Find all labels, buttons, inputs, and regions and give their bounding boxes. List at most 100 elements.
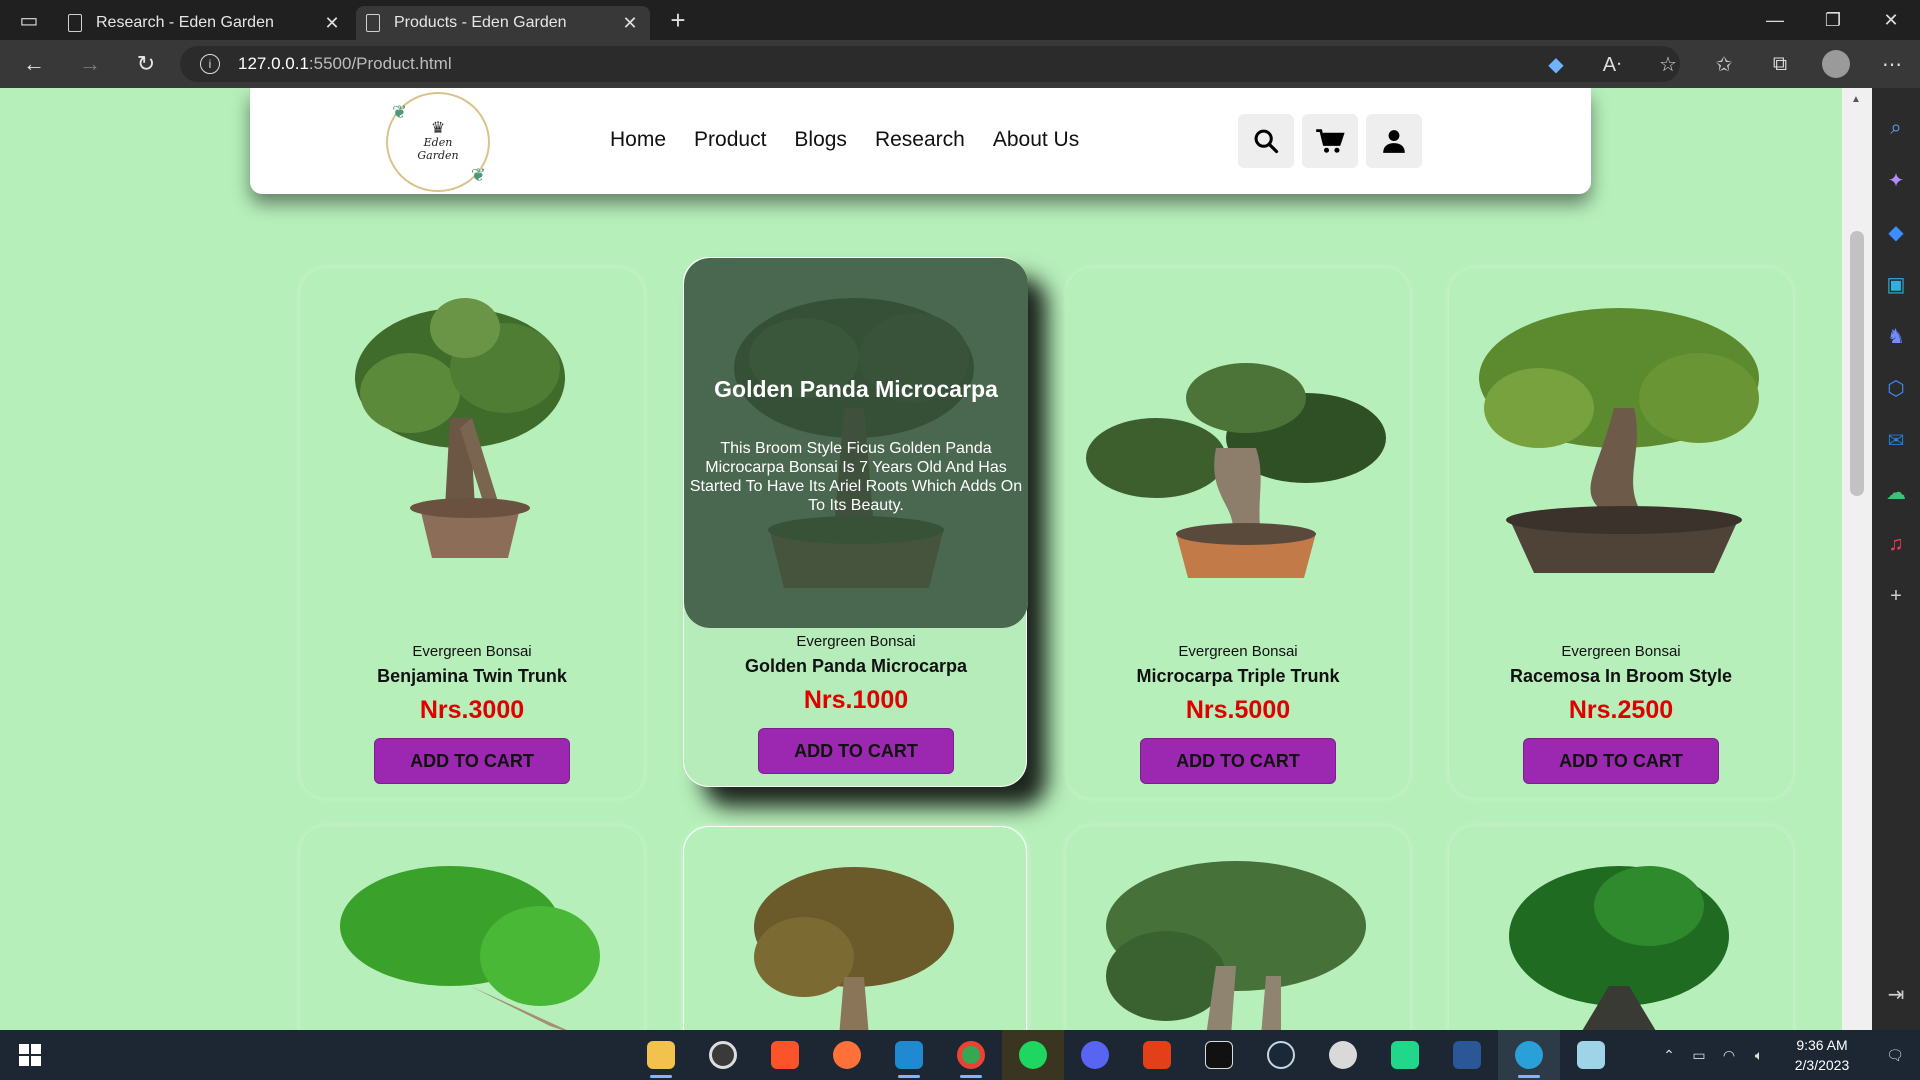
minimize-icon[interactable]: — [1746,0,1804,40]
browser-sidebar: ⌕ ✦ ◆ ▣ ♞ ⬡ ✉ ☁ ♫ + ⇥ [1872,88,1920,1030]
drop-icon[interactable]: ☁ [1872,466,1920,518]
product-image[interactable] [1066,268,1410,638]
product-category: Evergreen Bonsai [412,643,532,660]
product-price: Nrs.5000 [1185,696,1291,724]
tab-title: Products - Eden Garden [394,14,567,31]
nav-blogs[interactable]: Blogs [794,128,847,152]
product-image[interactable] [300,268,644,638]
product-image[interactable] [1449,268,1793,638]
product-name[interactable]: Benjamina Twin Trunk [300,666,644,687]
clock-date: 2/3/2023 [1794,1057,1850,1073]
edge-icon[interactable] [1498,1030,1560,1080]
coupon-tag-icon[interactable]: ◆ [1528,40,1584,88]
tab-products[interactable]: Products - Eden Garden ✕ [356,6,650,40]
close-tab-icon[interactable]: ✕ [322,13,342,34]
product-name[interactable]: Microcarpa Triple Trunk [1066,666,1410,687]
bonsai-image [1106,861,1366,1030]
forward-icon[interactable]: → [62,40,118,88]
wifi-icon[interactable]: ◠ [1714,1047,1744,1064]
page-scrollbar[interactable]: ▲ [1842,88,1872,1030]
add-sidebar-icon[interactable]: + [1872,570,1920,622]
cart-button[interactable] [1302,114,1358,168]
url-path: :5500/Product.html [308,54,452,73]
add-to-cart-button[interactable]: ADD TO CART [1523,738,1719,784]
search-button[interactable] [1238,114,1294,168]
product-category: Evergreen Bonsai [1561,643,1681,660]
word-icon[interactable] [1436,1030,1498,1080]
pycharm-icon[interactable] [1374,1030,1436,1080]
notification-icon[interactable]: 🗨︎ [1870,1047,1920,1064]
toolbar-right: ◆ Aᐧ ☆ ✩ ⧉ ⋯ [1528,40,1920,88]
tab-research[interactable]: Research - Eden Garden ✕ [58,6,352,40]
start-button[interactable] [0,1030,60,1080]
nav-product[interactable]: Product [694,128,766,152]
nav-home[interactable]: Home [610,128,666,152]
taskbar-apps [630,1030,1622,1080]
outlook-icon[interactable]: ✉ [1872,414,1920,466]
obs-icon[interactable] [692,1030,754,1080]
music-icon[interactable]: ♫ [1872,518,1920,570]
spotify-icon[interactable] [1002,1030,1064,1080]
scroll-up-icon[interactable]: ▲ [1851,94,1861,105]
collections-icon[interactable]: ⧉ [1752,40,1808,88]
account-button[interactable] [1366,114,1422,168]
product-card: Evergreen Bonsai Microcarpa Triple Trunk… [1066,268,1410,798]
address-input[interactable]: i 127.0.0.1:5500/Product.html [180,46,1680,82]
add-favorite-icon[interactable]: ☆ [1640,40,1696,88]
office-icon[interactable] [1126,1030,1188,1080]
windows-taskbar: ⌃ ▭ ◠ 🔈︎ 9:36 AM 2/3/2023 🗨︎ [0,1030,1920,1080]
read-aloud-icon[interactable]: Aᐧ [1584,40,1640,88]
volume-icon[interactable]: 🔈︎ [1744,1047,1774,1064]
vscode-icon[interactable] [878,1030,940,1080]
brave-icon[interactable] [754,1030,816,1080]
firefox-icon[interactable] [816,1030,878,1080]
add-to-cart-button[interactable]: ADD TO CART [1140,738,1336,784]
add-to-cart-button[interactable]: ADD TO CART [374,738,570,784]
product-image[interactable]: Golden Panda Microcarpa This Broom Style… [684,258,1028,628]
product-card-hovered: Golden Panda Microcarpa This Broom Style… [683,257,1028,787]
shopping-tag-icon[interactable]: ◆ [1872,206,1920,258]
more-menu-icon[interactable]: ⋯ [1864,40,1920,88]
nav-about-us[interactable]: About Us [993,128,1079,152]
refresh-icon[interactable]: ↻ [118,40,174,88]
close-tab-icon[interactable]: ✕ [620,13,640,34]
close-window-icon[interactable]: ✕ [1862,0,1920,40]
file-explorer-icon[interactable] [630,1030,692,1080]
add-to-cart-button[interactable]: ADD TO CART [758,728,954,774]
games-icon[interactable]: ♞ [1872,310,1920,362]
product-name[interactable]: Golden Panda Microcarpa [684,656,1028,677]
back-icon[interactable]: ← [6,40,62,88]
site-logo[interactable]: ❦ ♛ Eden Garden ❦ [386,92,490,192]
discord-icon[interactable] [1064,1030,1126,1080]
bonsai-image [1086,363,1386,578]
epic-games-icon[interactable] [1188,1030,1250,1080]
clock-time: 9:36 AM [1796,1037,1848,1053]
favorites-icon[interactable]: ✩ [1696,40,1752,88]
nav-research[interactable]: Research [875,128,965,152]
product-name[interactable]: Racemosa In Broom Style [1449,666,1793,687]
profile-avatar[interactable] [1808,40,1864,88]
product-price: Nrs.3000 [419,696,525,724]
bonsai-image [1509,866,1729,1030]
scrollbar-thumb[interactable] [1850,231,1864,496]
product-price: Nrs.1000 [803,686,909,714]
chevron-up-icon[interactable]: ⌃ [1654,1047,1684,1064]
office-icon[interactable]: ⬡ [1872,362,1920,414]
discover-icon[interactable]: ✦ [1872,154,1920,206]
battery-icon[interactable]: ▭ [1684,1047,1714,1064]
steam-icon[interactable] [1250,1030,1312,1080]
product-hover-overlay: Golden Panda Microcarpa This Broom Style… [684,258,1028,628]
notepad-icon[interactable] [1560,1030,1622,1080]
page-icon [366,14,380,32]
tab-actions-icon[interactable]: ▭ [0,0,58,40]
clock[interactable]: 9:36 AM 2/3/2023 [1774,1035,1870,1075]
search-icon[interactable]: ⌕ [1872,102,1920,154]
site-info-icon[interactable]: i [200,54,220,74]
restore-icon[interactable]: ❐ [1804,0,1862,40]
overlay-title: Golden Panda Microcarpa [714,376,998,402]
tools-icon[interactable]: ▣ [1872,258,1920,310]
new-tab-button[interactable]: + [658,3,698,37]
sidebar-toggle-icon[interactable]: ⇥ [1872,968,1920,1020]
chrome-icon[interactable] [940,1030,1002,1080]
paint-icon[interactable] [1312,1030,1374,1080]
